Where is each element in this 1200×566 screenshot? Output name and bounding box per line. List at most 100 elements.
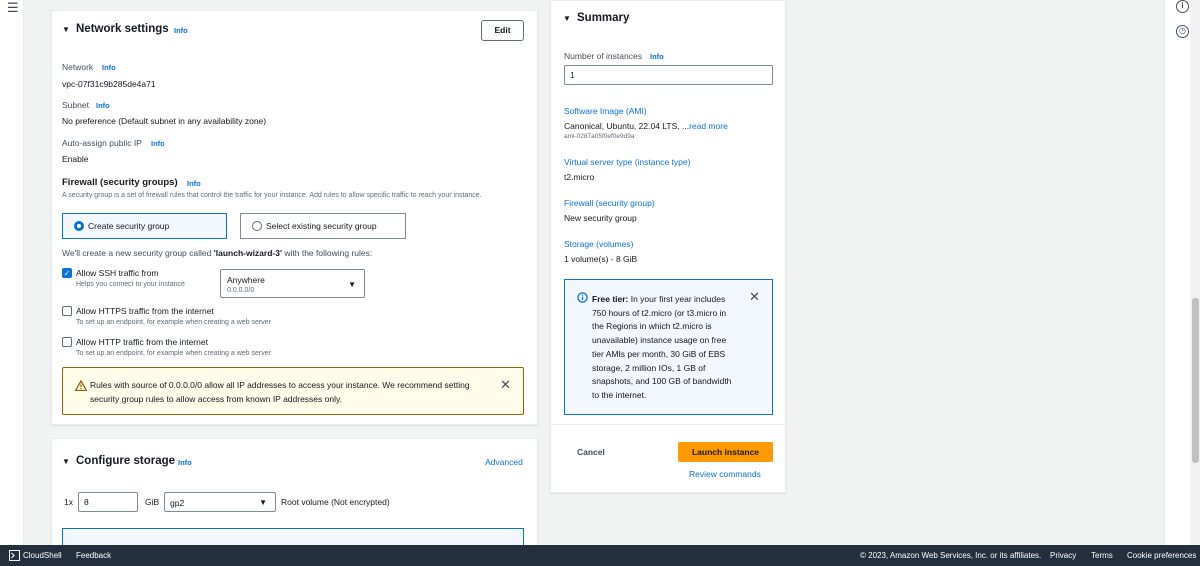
summary-divider: [551, 424, 785, 425]
network-value: vpc-07f31c9b285de4a71: [62, 79, 156, 89]
volume-unit: GiB: [145, 497, 160, 507]
free-tier-line: the Regions in which t2.micro is: [592, 321, 712, 332]
security-group-note: We'll create a new security group called…: [62, 248, 372, 258]
free-tier-heading: Free tier:: [592, 294, 629, 304]
free-tier-line: 750 hours of t2.micro (or t3.micro in: [592, 307, 727, 318]
subnet-info-link[interactable]: Info: [96, 101, 110, 110]
http-checkbox[interactable]: [62, 337, 72, 347]
close-icon[interactable]: ✕: [500, 377, 511, 393]
free-tier-alert: Free tier: In your first year includes 7…: [564, 279, 773, 415]
instances-input[interactable]: 1: [564, 65, 773, 85]
read-more-link[interactable]: read more: [689, 121, 728, 131]
ssh-help: Helps you connect to your instance: [76, 281, 185, 288]
https-label: Allow HTTPS traffic from the internet: [76, 306, 214, 316]
network-info-link[interactable]: Info: [102, 63, 116, 72]
privacy-link[interactable]: Privacy: [1050, 551, 1076, 560]
cancel-button[interactable]: Cancel: [577, 447, 605, 457]
storage-info-link[interactable]: Info: [178, 458, 192, 467]
storage-summary-link[interactable]: Storage (volumes): [564, 239, 633, 249]
http-label: Allow HTTP traffic from the internet: [76, 337, 208, 347]
security-group-name: 'launch-wizard-3': [213, 248, 282, 258]
caret-down-icon: ▼: [259, 498, 267, 507]
cookie-preferences-link[interactable]: Cookie preferences: [1127, 551, 1196, 560]
feedback-link[interactable]: Feedback: [76, 551, 111, 560]
http-help: To set up an endpoint, for example when …: [76, 350, 271, 357]
network-settings-info-link[interactable]: Info: [174, 26, 188, 35]
firewall-summary-value: New security group: [564, 213, 637, 223]
public-ip-label: Auto-assign public IP: [62, 138, 142, 148]
free-tier-line-1: In your first year includes: [628, 294, 726, 304]
volume-type-value: gp2: [170, 498, 185, 508]
cloudshell-link[interactable]: CloudShell: [23, 551, 62, 560]
public-ip-info-link[interactable]: Info: [151, 139, 165, 148]
free-tier-line: to the internet.: [592, 389, 647, 400]
ssh-label: Allow SSH traffic from: [76, 268, 159, 278]
select-security-group-label: Select existing security group: [266, 221, 377, 231]
ami-id: ami-0287a05f0ef0e9d9a: [564, 133, 635, 140]
terms-link[interactable]: Terms: [1091, 551, 1113, 560]
configure-storage-title: Configure storage: [76, 455, 176, 467]
info-circle-icon[interactable]: i: [1176, 0, 1189, 13]
warning-text: Rules with source of 0.0.0.0/0 allow all…: [90, 380, 470, 404]
free-tier-line: tier AMIs per month, 30 GiB of EBS: [592, 348, 726, 359]
storage-info-alert-partial: [62, 528, 524, 546]
storage-summary-value: 1 volume(s) - 8 GiB: [564, 254, 638, 264]
edit-button[interactable]: Edit: [481, 20, 524, 41]
ami-link[interactable]: Software Image (AMI): [564, 106, 647, 116]
launch-instance-button[interactable]: Launch instance: [678, 442, 773, 462]
note-prefix: We'll create a new security group called: [62, 248, 214, 258]
instances-info-link[interactable]: Info: [650, 52, 664, 61]
clock-icon[interactable]: ◷: [1176, 25, 1189, 38]
ssh-source-cidr: 0.0.0.0/0: [227, 287, 255, 294]
ssh-source-select[interactable]: Anywhere 0.0.0.0/0 ▼: [220, 269, 365, 298]
note-suffix: with the following rules:: [282, 248, 373, 258]
firewall-description: A security group is a set of firewall ru…: [62, 192, 482, 199]
hamburger-menu-icon[interactable]: ☰: [7, 0, 19, 16]
free-tier-text: Free tier: In your first year includes 7…: [592, 293, 762, 403]
instance-type-value: t2.micro: [564, 172, 595, 182]
ami-name: Canonical, Ubuntu, 22.04 LTS, ...: [564, 121, 690, 131]
advanced-link[interactable]: Advanced: [485, 457, 523, 467]
volume-size-input[interactable]: 8: [78, 492, 138, 512]
collapse-caret-icon[interactable]: ▼: [62, 457, 70, 466]
warning-icon: [75, 380, 87, 391]
review-commands-link[interactable]: Review commands: [689, 469, 761, 479]
collapse-caret-icon[interactable]: ▼: [563, 14, 571, 23]
free-tier-line: Free tier: In your first year includes: [592, 293, 762, 307]
create-security-group-label: Create security group: [88, 221, 170, 231]
instance-type-link[interactable]: Virtual server type (instance type): [564, 157, 690, 167]
summary-title: Summary: [577, 12, 630, 24]
https-checkbox[interactable]: [62, 306, 72, 316]
free-tier-line: storage, 2 million IOs, 1 GB of: [592, 362, 706, 373]
volume-multiplier: 1x: [64, 497, 73, 507]
firewall-summary-link[interactable]: Firewall (security group): [564, 198, 655, 208]
create-security-group-option[interactable]: Create security group: [62, 213, 227, 239]
free-tier-line: unavailable) instance usage on free: [592, 335, 727, 346]
root-volume-label: Root volume (Not encrypted): [281, 497, 390, 507]
security-warning-alert: Rules with source of 0.0.0.0/0 allow all…: [62, 367, 524, 415]
copyright-text: © 2023, Amazon Web Services, Inc. or its…: [860, 551, 1042, 560]
radio-selected[interactable]: [74, 221, 84, 231]
collapse-caret-icon[interactable]: ▼: [62, 25, 70, 34]
scrollbar-track[interactable]: [1190, 0, 1200, 545]
left-nav-rail: ☰: [0, 0, 24, 545]
caret-down-icon: ▼: [348, 280, 356, 289]
public-ip-value: Enable: [62, 154, 89, 164]
volume-type-select[interactable]: gp2 ▼: [164, 492, 276, 512]
firewall-info-link[interactable]: Info: [187, 179, 201, 188]
ami-value: Canonical, Ubuntu, 22.04 LTS, ...read mo…: [564, 121, 728, 131]
close-icon[interactable]: ✕: [749, 289, 760, 305]
console-footer: CloudShell Feedback © 2023, Amazon Web S…: [0, 545, 1200, 566]
select-existing-security-group-option[interactable]: Select existing security group: [240, 213, 406, 239]
https-help: To set up an endpoint, for example when …: [76, 319, 271, 326]
radio-unselected[interactable]: [252, 221, 262, 231]
info-circle-icon: [577, 292, 588, 303]
instances-label: Number of instances: [564, 51, 642, 61]
subnet-label: Subnet: [62, 100, 89, 110]
firewall-title: Firewall (security groups): [62, 177, 178, 188]
free-tier-line: snapshots, and 100 GB of bandwidth: [592, 376, 732, 387]
cloudshell-icon[interactable]: [9, 550, 20, 561]
scrollbar-thumb[interactable]: [1192, 298, 1199, 463]
ssh-checkbox[interactable]: ✓: [62, 268, 72, 278]
network-settings-title: Network settings: [76, 23, 169, 35]
